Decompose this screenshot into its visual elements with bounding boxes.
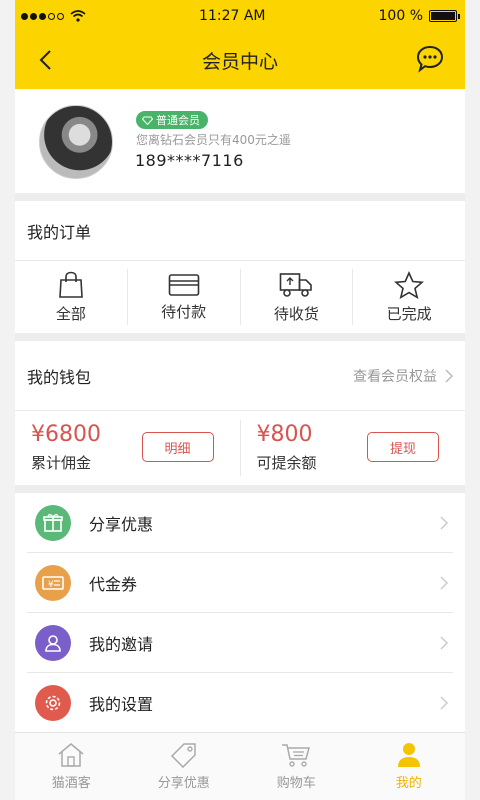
details-button[interactable]: 明细 [141,432,214,462]
chevron-right-icon [440,636,449,650]
svg-text:¥: ¥ [48,580,54,590]
order-all[interactable]: 全部 [15,269,128,325]
chevron-right-icon [440,696,449,710]
chevron-right-icon [445,368,453,383]
menu-list: 分享优惠 ¥ 代金券 我的邀请 我的设置 [15,493,465,733]
orders-header: 我的订单 [15,201,465,261]
card-icon [168,273,199,296]
member-level: 普通会员 [156,114,200,127]
order-awaiting-delivery[interactable]: 待收货 [241,269,354,325]
balance-label: 可提余额 [256,454,317,472]
member-benefits-label: 查看会员权益 [353,368,437,385]
order-pending-payment[interactable]: 待付款 [128,269,241,325]
menu-my-invites-label: 我的邀请 [89,635,154,654]
diamond-icon [142,116,153,125]
phone-number: 189****7116 [135,151,244,170]
avatar[interactable] [39,105,113,179]
withdraw-button[interactable]: 提现 [367,432,439,462]
chevron-right-icon [440,516,449,530]
status-bar: 11:27 AM 100 % [15,0,465,32]
gift-icon [35,505,71,541]
upgrade-hint: 您离钻石会员只有400元之遥 [136,133,291,147]
menu-vouchers[interactable]: ¥ 代金券 [15,553,465,613]
tab-home-label: 猫酒客 [51,776,91,791]
page-title: 会员中心 [201,51,278,73]
order-completed[interactable]: 已完成 [353,269,465,325]
person-icon [35,625,71,661]
menu-vouchers-label: 代金券 [89,575,138,594]
wifi-icon [70,10,86,22]
shopping-bag-icon [59,271,83,298]
header: 11:27 AM 100 % 会员中心 [15,0,465,89]
nav-bar: 会员中心 [15,32,465,89]
star-icon [394,270,425,299]
commission-amount: ¥6800 [31,422,101,447]
cart-icon [282,744,311,767]
tab-share-offers-label: 分享优惠 [157,776,210,791]
tab-my-label: 我的 [395,776,422,791]
menu-my-settings[interactable]: 我的设置 [15,673,465,733]
order-pending-payment-label: 待付款 [161,302,207,321]
chat-bubble-icon[interactable] [415,44,445,74]
tab-bar: 猫酒客 分享优惠 购物车 我的 [15,732,465,800]
balance-cell: ¥800 可提余额 提现 [241,420,466,476]
home-icon [58,743,84,767]
member-badge: 普通会员 [136,111,208,129]
chevron-right-icon [440,576,449,590]
orders-section: 我的订单 全部 待付款 待收货 已完成 [15,201,465,341]
wallet-row: ¥6800 累计佣金 明细 ¥800 可提余额 提现 [15,411,465,485]
wallet-header: 我的钱包 查看会员权益 [15,341,465,411]
app-frame: 11:27 AM 100 % 会员中心 普通会员 您离钻石会员只有400元之遥 … [15,0,465,800]
menu-share-offers[interactable]: 分享优惠 [15,493,465,553]
user-icon [397,743,420,767]
signal-icon [21,12,64,20]
back-button[interactable] [31,46,59,74]
order-all-label: 全部 [55,304,86,323]
voucher-icon: ¥ [35,565,71,601]
wallet-title: 我的钱包 [27,367,92,387]
member-benefits-link[interactable]: 查看会员权益 [353,366,453,386]
wallet-section: 我的钱包 查看会员权益 ¥6800 累计佣金 明细 ¥800 可提余额 提现 [15,341,465,493]
menu-my-settings-label: 我的设置 [89,695,154,714]
tab-home[interactable]: 猫酒客 [15,733,128,800]
gear-icon [35,685,71,721]
commission-cell: ¥6800 累计佣金 明细 [15,420,241,476]
battery-text: 100 % [378,8,423,24]
orders-title: 我的订单 [27,222,92,242]
tab-share-offers[interactable]: 分享优惠 [128,733,241,800]
order-awaiting-delivery-label: 待收货 [273,304,319,323]
status-time: 11:27 AM [199,8,266,24]
battery-icon [429,10,460,22]
chevron-left-icon [39,50,51,70]
menu-share-offers-label: 分享优惠 [89,515,154,534]
order-completed-label: 已完成 [386,304,432,323]
commission-label: 累计佣金 [31,454,92,472]
tag-icon [170,743,196,768]
tab-cart-label: 购物车 [276,776,316,791]
order-status-row: 全部 待付款 待收货 已完成 [15,261,465,333]
tab-cart[interactable]: 购物车 [240,733,353,800]
balance-amount: ¥800 [256,422,313,447]
profile-card[interactable]: 普通会员 您离钻石会员只有400元之遥 189****7116 [15,89,465,201]
menu-my-invites[interactable]: 我的邀请 [15,613,465,673]
tab-my[interactable]: 我的 [353,733,466,800]
truck-icon [280,272,313,297]
